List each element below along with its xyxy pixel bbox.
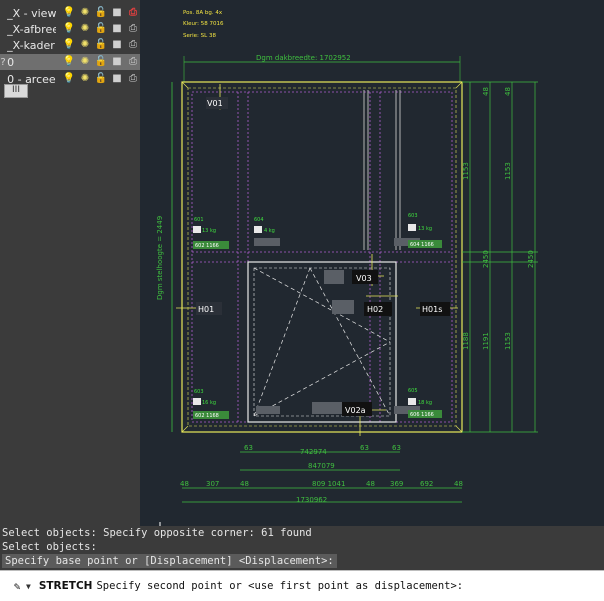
layer-row[interactable]: _X - viewp... 💡 ✺ 🔓 ■ ⎙ <box>0 5 140 21</box>
command-line-input[interactable]: ✎ ▼ STRETCH Specify second point or <use… <box>0 570 604 601</box>
plot-icon[interactable]: ⎙ <box>126 56 140 68</box>
outer-frame-inner <box>187 87 457 427</box>
plot-icon[interactable]: ⎙ <box>126 39 140 51</box>
right-dim: 48 <box>504 87 512 96</box>
right-dim: 1188 <box>462 332 470 350</box>
color-swatch-icon[interactable]: ■ <box>110 56 124 68</box>
label-v02a: V02a <box>345 406 366 415</box>
bottom-dim: 847079 <box>308 462 335 470</box>
bottom-dim: 369 <box>390 480 403 488</box>
sash-frame <box>247 261 397 423</box>
panel-tag: 603 <box>194 389 204 395</box>
panel-tag: 605 <box>408 388 418 394</box>
right-dim: 2450 <box>527 250 535 268</box>
right-dim: 1153 <box>462 162 470 180</box>
panel-tag: 18 kg <box>418 400 432 406</box>
bottom-dim: 63 <box>360 444 369 452</box>
bottom-dim: 48 <box>454 480 463 488</box>
panel-tag: 606 1166 <box>410 412 434 418</box>
info-line: Kleur: 58 7016 <box>183 21 224 27</box>
drawing-canvas[interactable]: Pos. 8A bg. 4x Kleur: 58 7016 Serie: SL … <box>140 0 604 526</box>
panel-tag: 4 kg <box>264 228 275 234</box>
layer-panel: _X - viewp... 💡 ✺ 🔓 ■ ⎙ _X-afbreek... 💡 … <box>0 0 140 526</box>
label-v01: V01 <box>207 99 223 108</box>
chevron-down-icon[interactable]: ▼ <box>26 582 31 591</box>
info-line: Pos. 8A bg. 4x <box>183 10 223 16</box>
bulb-icon[interactable]: 💡 <box>62 7 76 19</box>
right-dim: 1153 <box>504 332 512 350</box>
color-swatch-icon[interactable]: ■ <box>110 7 124 19</box>
bottom-dim: 48 <box>180 480 189 488</box>
sun-icon[interactable]: ✺ <box>78 23 92 35</box>
bulb-icon[interactable]: 💡 <box>62 23 76 35</box>
bottom-dim: 742974 <box>300 448 327 456</box>
command-history-line: Select objects: Specify opposite corner:… <box>2 527 312 539</box>
label-h02: H02 <box>367 305 383 314</box>
layer-name: _X-afbreek... <box>7 22 56 36</box>
bottom-dim: 63 <box>392 444 401 452</box>
color-swatch-icon[interactable]: ■ <box>110 23 124 35</box>
plot-icon[interactable]: ⎙ <box>126 73 140 85</box>
command-prompt: Specify second point or <use first point… <box>96 580 464 592</box>
bottom-dim: 1730962 <box>296 496 327 504</box>
panel-tag: 603 <box>408 213 418 219</box>
info-line: Serie: SL 38 <box>183 33 216 39</box>
bulb-icon[interactable]: 💡 <box>62 39 76 51</box>
plot-icon[interactable]: ⎙ <box>126 23 140 35</box>
label-h01: H01 <box>198 305 214 314</box>
sun-icon[interactable]: ✺ <box>78 56 92 68</box>
command-history: Select objects: Specify opposite corner:… <box>0 526 604 570</box>
layer-name: _X-kader <box>7 38 55 52</box>
bottom-dim: 307 <box>206 480 219 488</box>
lock-icon[interactable]: 🔓 <box>94 7 108 19</box>
sun-icon[interactable]: ✺ <box>78 39 92 51</box>
sun-icon[interactable]: ✺ <box>78 73 92 85</box>
label-h01s: H01s <box>422 305 442 314</box>
panel-tag: 16 kg <box>202 400 216 406</box>
outer-frame <box>181 81 463 433</box>
panel-tag: 13 kg <box>202 228 216 234</box>
command-history-line: Select objects: <box>2 541 97 553</box>
command-prompt-icon[interactable]: ✎ <box>10 579 24 593</box>
color-swatch-icon[interactable]: ■ <box>110 39 124 51</box>
layer-row[interactable]: _X-afbreek... 💡 ✺ 🔓 ■ ⎙ <box>0 21 140 37</box>
bulb-icon[interactable]: 💡 <box>62 56 76 68</box>
layer-row[interactable]: _X-kader 💡 ✺ 🔓 ■ ⎙ <box>0 37 140 53</box>
scroll-grip[interactable]: III <box>4 84 28 98</box>
lock-icon[interactable]: 🔓 <box>94 56 108 68</box>
right-dim: 1191 <box>482 332 490 350</box>
panel-tag: 604 1166 <box>410 242 434 248</box>
panel-tag: 13 kg <box>418 226 432 232</box>
bottom-dim: 692 <box>420 480 433 488</box>
panel-tag: 602 1168 <box>195 413 219 419</box>
bottom-dim: 63 <box>244 444 253 452</box>
lock-icon[interactable]: 🔓 <box>94 39 108 51</box>
lock-icon[interactable]: 🔓 <box>94 73 108 85</box>
panel-tag: 602 1166 <box>195 243 219 249</box>
label-v03: V03 <box>356 274 372 283</box>
top-dimension: Dgm dakbreedte: 1702952 <box>256 54 351 62</box>
color-swatch-icon[interactable]: ■ <box>110 73 124 85</box>
layer-name: 0 <box>7 55 15 69</box>
command-history-line: Specify base point or [Displacement] <Di… <box>2 554 337 568</box>
layer-row-selected[interactable]: ? 0 💡 ✺ 🔓 ■ ⎙ <box>0 54 140 70</box>
right-dim: 2450 <box>482 250 490 268</box>
right-dim: 48 <box>482 87 490 96</box>
bottom-dim: 48 <box>366 480 375 488</box>
bottom-dim: 809 1041 <box>312 480 345 488</box>
lock-icon[interactable]: 🔓 <box>94 23 108 35</box>
command-name: STRETCH <box>38 580 93 592</box>
left-dimension: Dgm stelhoogte = 2449 <box>156 216 164 300</box>
panel-tag: 601 <box>194 217 204 223</box>
layer-name: _X - viewp... <box>7 6 56 20</box>
sun-icon[interactable]: ✺ <box>78 7 92 19</box>
right-dim: 1153 <box>504 162 512 180</box>
panel-tag: 604 <box>254 217 264 223</box>
bottom-dim: 48 <box>240 480 249 488</box>
bulb-icon[interactable]: 💡 <box>62 73 76 85</box>
plot-off-icon[interactable]: ⎙ <box>126 7 140 19</box>
